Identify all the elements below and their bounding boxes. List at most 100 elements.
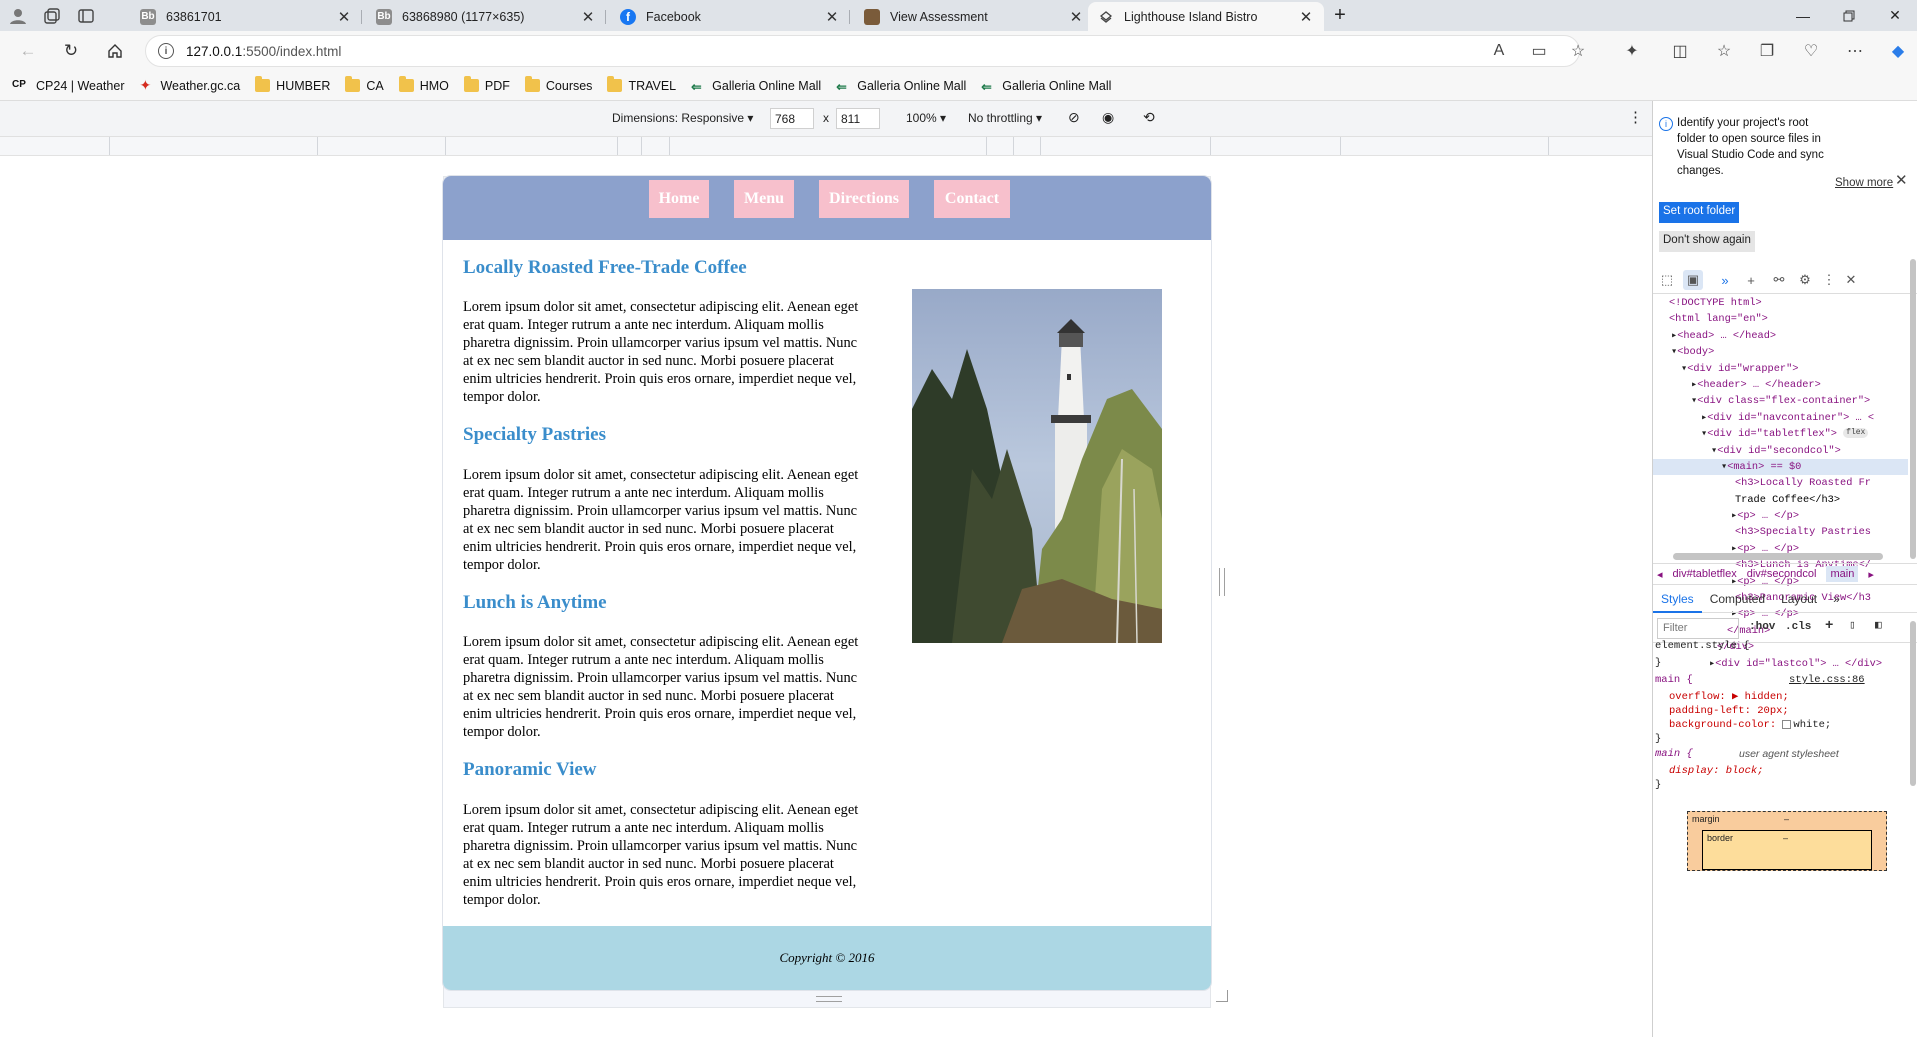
class-toggle-button[interactable]: .cls	[1785, 621, 1811, 633]
immersive-reader-icon[interactable]: ▭	[1525, 37, 1553, 65]
close-tab-icon[interactable]: ✕	[336, 8, 352, 26]
show-more-link[interactable]: Show more	[1835, 175, 1893, 191]
color-swatch[interactable]	[1782, 719, 1792, 729]
tab-layout[interactable]: Layout	[1773, 585, 1825, 613]
dom-node[interactable]: <h3>Locally Roasted Fr	[1653, 475, 1908, 491]
nav-directions-button[interactable]: Directions	[819, 180, 909, 218]
new-rule-icon[interactable]: +	[1825, 618, 1833, 634]
sensor-icon[interactable]: ⊘	[1068, 109, 1080, 126]
rotate-icon[interactable]: ⟲	[1143, 109, 1155, 126]
dimensions-dropdown[interactable]: Dimensions: Responsive ▾	[612, 111, 753, 125]
read-aloud-icon[interactable]: A	[1485, 37, 1513, 65]
bookmark-folder-pdf[interactable]: PDF	[463, 76, 510, 93]
bookmark-folder-ca[interactable]: CA	[345, 76, 384, 93]
split-screen-icon[interactable]: ◫	[1666, 37, 1694, 65]
dom-node[interactable]: ▸<p> … </p>	[1653, 508, 1908, 524]
nav-menu-button[interactable]: Menu	[734, 180, 794, 218]
more-panels-icon[interactable]: »	[1825, 585, 1848, 613]
dom-node[interactable]: ▸<div id="navcontainer"> … <	[1653, 410, 1908, 426]
dom-node-selected[interactable]: ▾<main> == $0	[1653, 458, 1908, 476]
dom-node[interactable]: ▸<head> … </head>	[1653, 328, 1908, 344]
zoom-dropdown[interactable]: 100% ▾	[906, 111, 946, 125]
restore-icon[interactable]	[1826, 0, 1872, 31]
dom-node[interactable]: <!DOCTYPE html>	[1653, 295, 1908, 311]
bookmark-galleria-1[interactable]: ⇐ Galleria Online Mall	[691, 79, 821, 95]
dont-show-again-button[interactable]: Don't show again	[1659, 231, 1755, 252]
main-rule-selector[interactable]: main {	[1655, 673, 1693, 687]
profile-icon[interactable]	[2, 0, 34, 31]
dom-node[interactable]: <h3>Specialty Pastries	[1653, 524, 1908, 540]
dom-node[interactable]: ▾<div id="secondcol">	[1653, 443, 1908, 459]
elements-scrollbar[interactable]	[1910, 259, 1916, 559]
connect-icon[interactable]: ⚯	[1769, 270, 1789, 290]
bookmark-folder-humber[interactable]: HUMBER	[255, 76, 330, 93]
back-icon[interactable]: ←	[14, 37, 42, 65]
bookmark-cp24[interactable]: CP CP24 | Weather	[12, 79, 124, 93]
tab-63861701[interactable]: Bb 63861701 ✕	[130, 2, 362, 31]
dom-node[interactable]: ▾<body>	[1653, 344, 1908, 360]
extensions-icon[interactable]: ✦	[1618, 37, 1646, 65]
favorites-icon[interactable]: ☆	[1710, 37, 1738, 65]
close-tab-icon[interactable]: ✕	[1068, 8, 1084, 26]
height-input[interactable]: 811	[836, 108, 880, 129]
refresh-icon[interactable]: ↻	[57, 37, 85, 65]
tab-computed[interactable]: Computed	[1702, 585, 1773, 613]
throttling-dropdown[interactable]: No throttling ▾	[968, 111, 1042, 125]
collections-icon[interactable]: ❐	[1753, 37, 1781, 65]
devtools-menu-icon[interactable]: ⋮	[1819, 270, 1839, 290]
tab-lighthouse-island-bistro[interactable]: Lighthouse Island Bistro ✕	[1088, 2, 1324, 31]
bookmark-weather-gc[interactable]: ✦ Weather.gc.ca	[139, 78, 240, 93]
breadcrumb-right-icon[interactable]: ▸	[1868, 568, 1874, 581]
breadcrumb-item[interactable]: div#tabletflex	[1673, 568, 1737, 580]
viewport-resize-handle-right[interactable]	[1219, 568, 1225, 596]
address-bar[interactable]: i 127.0.0.1:5500/index.html	[145, 35, 1580, 67]
favorite-star-icon[interactable]: ☆	[1564, 37, 1592, 65]
style-source-link[interactable]: style.css:86	[1789, 673, 1865, 687]
styles-scrollbar[interactable]	[1910, 621, 1916, 786]
bookmark-folder-courses[interactable]: Courses	[524, 76, 592, 93]
tab-facebook[interactable]: f Facebook ✕	[610, 2, 850, 31]
inspect-element-icon[interactable]: ⬚	[1657, 270, 1677, 290]
home-icon[interactable]	[101, 37, 129, 65]
nav-contact-button[interactable]: Contact	[934, 180, 1010, 218]
breadcrumb-item[interactable]: div#secondcol	[1747, 568, 1817, 580]
viewport-resize-handle-bottom[interactable]	[816, 996, 842, 1002]
breadcrumb-item-active[interactable]: main	[1826, 566, 1859, 582]
new-tab-icon[interactable]: +	[1326, 0, 1354, 31]
flex-badge[interactable]: flex	[1843, 428, 1869, 439]
dom-node[interactable]: ▾<div id="tabletflex"> flex	[1653, 426, 1908, 442]
close-tab-icon[interactable]: ✕	[580, 8, 596, 26]
dom-node[interactable]: Trade Coffee</h3>	[1653, 492, 1908, 508]
tab-actions-icon[interactable]	[70, 0, 102, 31]
bookmark-folder-hmo[interactable]: HMO	[398, 76, 449, 93]
tab-view-assessment[interactable]: View Assessment ✕	[854, 2, 1094, 31]
overflow-declaration[interactable]: overflow: ▶ hidden;	[1669, 690, 1789, 704]
browser-essentials-icon[interactable]: ♡	[1797, 37, 1825, 65]
set-root-folder-button[interactable]: Set root folder	[1659, 202, 1740, 223]
bookmark-galleria-3[interactable]: ⇐ Galleria Online Mall	[981, 79, 1111, 95]
more-tabs-icon[interactable]: »	[1715, 270, 1735, 290]
bookmark-folder-travel[interactable]: TRAVEL	[607, 76, 676, 93]
bookmark-galleria-2[interactable]: ⇐ Galleria Online Mall	[836, 79, 966, 95]
dom-node[interactable]: ▾<div class="flex-container">	[1653, 393, 1908, 409]
add-tab-icon[interactable]: +	[1741, 270, 1761, 290]
device-toggle-icon[interactable]: ▣	[1683, 270, 1703, 290]
vision-deficiency-icon[interactable]: ◉	[1102, 109, 1114, 126]
more-menu-icon[interactable]: ⋯	[1841, 37, 1869, 65]
breadcrumb-left-icon[interactable]: ◂	[1657, 568, 1663, 581]
close-window-icon[interactable]: ✕	[1872, 0, 1917, 31]
minimize-icon[interactable]: —	[1780, 0, 1826, 31]
background-declaration[interactable]: background-color: white;	[1669, 718, 1831, 732]
close-devtools-icon[interactable]: ✕	[1841, 270, 1861, 290]
settings-gear-icon[interactable]: ⚙	[1795, 270, 1815, 290]
styles-filter-input[interactable]: Filter	[1657, 618, 1739, 639]
tab-styles[interactable]: Styles	[1653, 585, 1702, 613]
hover-state-button[interactable]: :hov	[1749, 621, 1775, 633]
viewport-resize-handle-corner[interactable]	[1216, 990, 1228, 1002]
close-tab-icon[interactable]: ✕	[1298, 8, 1314, 26]
padding-declaration[interactable]: padding-left: 20px;	[1669, 704, 1789, 718]
paint-icon[interactable]: ▯	[1849, 618, 1856, 632]
elements-horizontal-scrollbar[interactable]	[1673, 553, 1883, 560]
device-options-icon[interactable]: ⋮	[1628, 108, 1643, 126]
media-query-ruler[interactable]	[0, 137, 1652, 156]
